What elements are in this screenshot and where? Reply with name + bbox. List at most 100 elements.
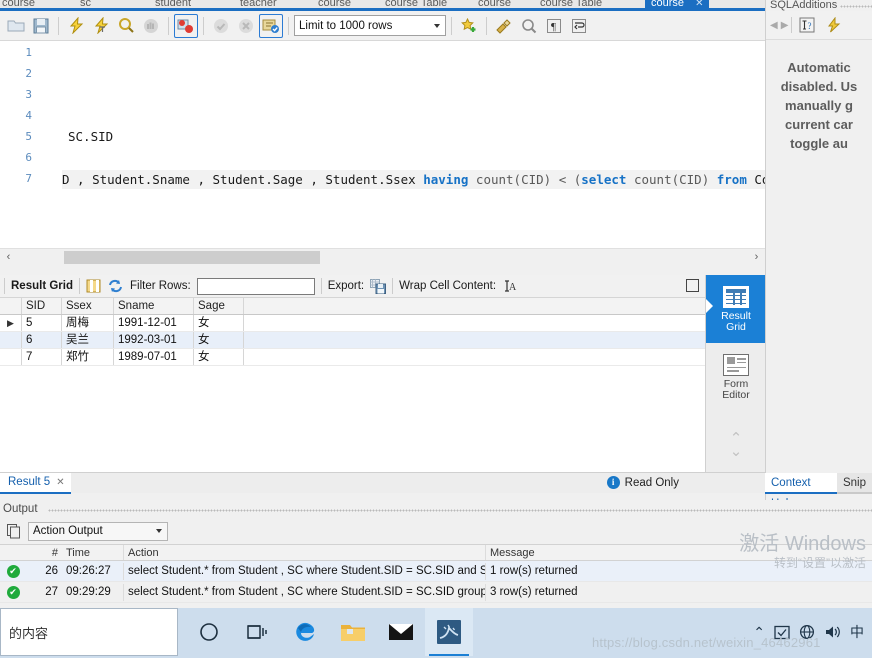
editor-tab-course-active[interactable]: course ✕ — [645, 0, 710, 8]
cell-sname[interactable]: 1989-07-01 — [114, 349, 194, 365]
editor-tab-sc[interactable]: sc — [80, 0, 91, 8]
context-help-toggle-icon[interactable]: ? — [795, 13, 819, 37]
table-row[interactable]: ▶ 5 周梅 1991-12-01 女 — [0, 315, 705, 332]
cell-sage[interactable]: 女 — [194, 315, 244, 331]
find-icon[interactable] — [517, 14, 541, 38]
close-icon[interactable]: ✕ — [695, 0, 703, 8]
output-row[interactable]: ✔ 26 09:26:27 select Student.* from Stud… — [0, 561, 872, 582]
cell-ssex[interactable]: 吴兰 — [62, 332, 114, 348]
cortana-icon[interactable] — [185, 608, 233, 656]
add-snippet-icon[interactable] — [457, 14, 481, 38]
output-copy-icon[interactable] — [6, 523, 22, 539]
editor-tab-course-1[interactable]: course — [2, 0, 35, 8]
tab-context-help[interactable]: Context Help — [765, 473, 837, 510]
editor-tab-course-table-1[interactable]: course Table — [385, 0, 447, 8]
scroll-left-icon[interactable]: ‹ — [0, 249, 17, 266]
toggle-wrapping-icon[interactable] — [567, 14, 591, 38]
network-icon[interactable] — [799, 624, 815, 640]
close-icon[interactable]: ✕ — [56, 477, 64, 488]
cell-sage[interactable]: 女 — [194, 349, 244, 365]
stop-icon[interactable] — [139, 14, 163, 38]
scroll-down-icon[interactable]: ⌄ — [706, 444, 766, 459]
volume-icon[interactable] — [824, 624, 841, 640]
cell-sid[interactable]: 5 — [22, 315, 62, 331]
output-row[interactable]: ✔ 27 09:29:29 select Student.* from Stud… — [0, 582, 872, 603]
export-icon[interactable] — [370, 278, 387, 294]
column-header-sname[interactable]: Sname — [114, 298, 194, 314]
mail-icon[interactable] — [377, 608, 425, 656]
editor-tab-teacher[interactable]: teacher — [240, 0, 277, 8]
editor-tab-course-table-2[interactable]: course Table — [540, 0, 602, 8]
tab-label: student — [155, 0, 192, 9]
cell-ssex[interactable]: 周梅 — [62, 315, 114, 331]
taskbar-search-input[interactable]: 的内容 — [0, 608, 178, 656]
grid-toggle-icon[interactable] — [86, 278, 102, 294]
view-switch-scroll-arrows[interactable]: ⌃ ⌄ — [706, 431, 766, 459]
message-line: manually g — [785, 98, 853, 113]
back-arrow-icon[interactable]: ◀ — [770, 20, 778, 31]
task-view-icon[interactable] — [233, 608, 281, 656]
scrollbar-thumb[interactable] — [64, 251, 320, 264]
wrap-cell-icon[interactable]: A — [502, 278, 518, 294]
tab-label: course — [318, 0, 352, 9]
editor-horizontal-scrollbar[interactable]: ‹ › — [0, 248, 765, 265]
filter-rows-input[interactable] — [196, 277, 315, 295]
sql-editor[interactable]: 1 2 3 4 5 6 7 SC.SID D , Student.Sname ,… — [0, 41, 765, 248]
output-header-row: # Time Action Message — [0, 544, 872, 561]
result-tab-bar: Result 5 ✕ i Read Only — [0, 472, 765, 494]
message-line: disabled. Us — [780, 79, 858, 94]
cell-ssex[interactable]: 郑竹 — [62, 349, 114, 365]
table-row[interactable]: 7 郑竹 1989-07-01 女 — [0, 349, 705, 366]
quick-help-icon[interactable] — [822, 13, 846, 37]
output-mode-select[interactable]: Action Output — [28, 521, 168, 541]
toggle-autocommit-icon[interactable] — [259, 13, 283, 38]
maximize-result-panel-button[interactable] — [686, 279, 699, 292]
editor-tab-course-2[interactable]: course — [318, 0, 352, 9]
refresh-icon[interactable] — [108, 278, 124, 294]
toggle-invisible-chars-icon[interactable]: ¶ — [542, 14, 566, 38]
editor-tab-course-3[interactable]: course — [478, 0, 511, 8]
line-number: 4 — [25, 109, 32, 122]
label-line-1: Form — [723, 377, 749, 390]
sql-text: D , Student.Sname , Student.Sage , Stude… — [62, 172, 424, 187]
forward-arrow-icon[interactable]: ▶ — [781, 20, 789, 31]
scroll-right-icon[interactable]: › — [748, 249, 765, 266]
execute-icon[interactable] — [64, 14, 88, 38]
output-title-bar: Output — [0, 500, 872, 518]
cell-sid[interactable]: 6 — [22, 332, 62, 348]
editor-tab-student[interactable]: student — [155, 0, 192, 9]
cell-sid[interactable]: 7 — [22, 349, 62, 365]
cell-sage[interactable]: 女 — [194, 332, 244, 348]
save-icon[interactable] — [29, 14, 53, 38]
ime-icon[interactable]: 中 — [850, 622, 864, 642]
file-explorer-icon[interactable] — [329, 608, 377, 656]
beautify-sql-icon[interactable] — [492, 14, 516, 38]
edge-icon[interactable] — [281, 608, 329, 656]
export-label: Export: — [327, 280, 365, 292]
chevron-down-icon — [434, 23, 440, 28]
cell-filler — [244, 332, 705, 348]
action-center-icon[interactable] — [774, 625, 790, 640]
toggle-stop-on-error-icon[interactable] — [174, 13, 198, 38]
row-limit-select[interactable]: Limit to 1000 rows — [294, 15, 446, 36]
table-row[interactable]: 6 吴兰 1992-03-01 女 — [0, 332, 705, 349]
mysql-workbench-icon[interactable] — [425, 608, 473, 656]
column-header-sage[interactable]: Sage — [194, 298, 244, 314]
rollback-icon[interactable] — [234, 14, 258, 38]
column-header-ssex[interactable]: Ssex — [62, 298, 114, 314]
result-grid-table[interactable]: SID Ssex Sname Sage ▶ 5 周梅 1991-12-01 女 … — [0, 298, 705, 472]
cell-sname[interactable]: 1992-03-01 — [114, 332, 194, 348]
show-hidden-icons[interactable]: ⌃ — [753, 624, 765, 641]
execute-current-statement-icon[interactable] — [89, 14, 113, 38]
cell-sname[interactable]: 1991-12-01 — [114, 315, 194, 331]
result-tab-5[interactable]: Result 5 ✕ — [0, 472, 71, 494]
tab-snippets[interactable]: Snip — [836, 473, 872, 494]
explain-icon[interactable] — [114, 14, 138, 38]
column-header-sid[interactable]: SID — [22, 298, 62, 314]
divider — [486, 16, 487, 35]
view-switch-form-editor[interactable]: Form Editor — [706, 343, 766, 411]
open-folder-icon[interactable] — [4, 14, 28, 38]
view-switch-result-grid[interactable]: Result Grid — [706, 275, 766, 343]
label-line-2: Editor — [722, 388, 750, 401]
commit-icon[interactable] — [209, 14, 233, 38]
